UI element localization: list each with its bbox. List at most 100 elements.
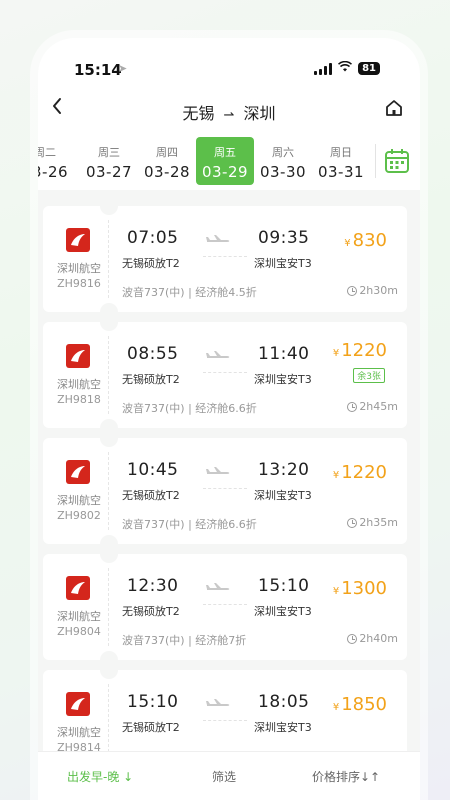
departure-time: 07:05 [127,228,179,248]
sort-by-time-button[interactable]: 出发早-晚 ↓ [67,768,133,785]
home-icon [386,100,402,116]
departure-time: 15:10 [127,692,179,712]
flight-meta: 波音737(中) | 经济舱7折 [122,634,247,647]
date-item[interactable]: 周四 03-28 [138,137,196,185]
bottom-toolbar: 出发早-晚 ↓ 筛选 价格排序↓↑ [38,751,420,800]
arrival-time: 09:35 [258,228,310,248]
airline-name: 深圳航空 [57,378,101,391]
date-item[interactable]: 周二 03-26 [38,137,74,185]
arrival-time: 13:20 [258,460,310,480]
date-selector: 周二 03-26 周三 03-27 周四 03-28 周五 03-29 周六 0… [38,132,420,190]
flight-meta: 波音737(中) | 经济舱4.5折 [122,286,257,299]
arrival-airport: 深圳宝安T3 [254,373,312,386]
date-weekday: 周五 [214,146,236,159]
date-item[interactable]: 周六 03-30 [254,137,312,185]
departure-time: 10:45 [127,460,179,480]
signal-icon [314,62,333,75]
flight-price: ¥1300 [332,578,387,599]
airline-name: 深圳航空 [57,494,101,507]
date-item[interactable]: 周三 03-27 [80,137,138,185]
route-from: 无锡 [182,104,215,123]
airline-name: 深圳航空 [57,726,101,739]
flight-card[interactable]: 深圳航空 ZH9802 10:45 无锡硕放T2 13:20 深圳宝安T3 ¥1… [43,429,407,553]
flight-card[interactable]: 深圳航空 ZH9818 08:55 无锡硕放T2 11:40 深圳宝安T3 ¥1… [43,313,407,437]
airline-logo-icon [66,344,90,368]
airline-name: 深圳航空 [57,262,101,275]
route-title: 无锡 ⇀ 深圳 [38,100,420,124]
location-arrow-icon: ➤ [118,62,128,75]
flight-duration: 2h40m [347,632,398,645]
flight-price: ¥1850 [332,694,387,715]
clock-icon [347,517,358,528]
status-icons: 81 [314,60,380,76]
arrival-airport: 深圳宝安T3 [254,605,312,618]
sort-by-price-button[interactable]: 价格排序↓↑ [312,768,380,785]
arrival-time: 18:05 [258,692,310,712]
flight-duration: 2h30m [347,284,398,297]
airplane-icon [206,699,230,706]
clock-icon [347,401,358,412]
departure-time: 08:55 [127,344,179,364]
route-to: 深圳 [243,104,276,123]
departure-airport: 无锡硕放T2 [122,257,180,270]
date-item-selected[interactable]: 周五 03-29 [196,137,254,185]
airline-logo-icon [66,576,90,600]
airplane-icon [206,467,230,474]
seats-left-badge: 余3张 [353,368,385,383]
clock-icon [347,285,358,296]
departure-airport: 无锡硕放T2 [122,721,180,734]
flight-card[interactable]: 深圳航空 ZH9816 07:05 无锡硕放T2 09:35 深圳宝安T3 ¥8… [43,197,407,321]
calendar-button[interactable] [384,148,410,174]
date-day: 03-31 [317,163,365,181]
status-time: 15:14 [74,61,122,79]
flight-price: ¥1220 [332,340,387,361]
arrival-airport: 深圳宝安T3 [254,257,312,270]
date-weekday: 周六 [272,146,294,159]
arrival-airport: 深圳宝安T3 [254,489,312,502]
airplane-icon [206,351,230,358]
airline-logo-icon [66,692,90,716]
date-day: 03-28 [143,163,191,181]
phone-screen: 15:14 ➤ 81 无锡 ⇀ 深圳 周二 03-26 [38,38,420,800]
flight-duration: 2h35m [347,516,398,529]
flight-meta: 波音737(中) | 经济舱6.6折 [122,518,257,531]
filter-button[interactable]: 筛选 [212,768,236,785]
airline-logo-icon [66,460,90,484]
date-day: 03-27 [85,163,133,181]
flight-number: ZH9804 [57,625,101,638]
departure-airport: 无锡硕放T2 [122,605,180,618]
flight-card[interactable]: 深圳航空 ZH9804 12:30 无锡硕放T2 15:10 深圳宝安T3 ¥1… [43,545,407,669]
date-day: 03-26 [38,163,69,181]
date-day: 03-30 [259,163,307,181]
departure-airport: 无锡硕放T2 [122,373,180,386]
airline-name: 深圳航空 [57,610,101,623]
arrival-time: 15:10 [258,576,310,596]
date-weekday: 周日 [330,146,352,159]
home-button[interactable] [384,98,406,120]
flight-meta: 波音737(中) | 经济舱6.6折 [122,402,257,415]
battery-indicator: 81 [358,62,380,75]
flight-price: ¥830 [344,230,387,251]
date-weekday: 周三 [98,146,120,159]
route-arrow-icon: ⇀ [223,108,235,123]
flight-number: ZH9816 [57,277,101,290]
date-weekday: 周四 [156,146,178,159]
flight-duration: 2h45m [347,400,398,413]
airplane-icon [206,235,230,242]
date-item[interactable]: 周日 03-31 [312,137,370,185]
flight-number: ZH9802 [57,509,101,522]
flight-price: ¥1220 [332,462,387,483]
divider [375,144,376,178]
arrival-time: 11:40 [258,344,310,364]
calendar-icon [385,149,409,173]
flight-number: ZH9818 [57,393,101,406]
airplane-icon [206,583,230,590]
clock-icon [347,633,358,644]
nav-bar: 无锡 ⇀ 深圳 [38,90,420,132]
departure-airport: 无锡硕放T2 [122,489,180,502]
date-weekday: 周二 [38,146,56,159]
arrival-airport: 深圳宝安T3 [254,721,312,734]
wifi-icon [338,60,353,76]
departure-time: 12:30 [127,576,179,596]
date-day: 03-29 [201,163,249,181]
